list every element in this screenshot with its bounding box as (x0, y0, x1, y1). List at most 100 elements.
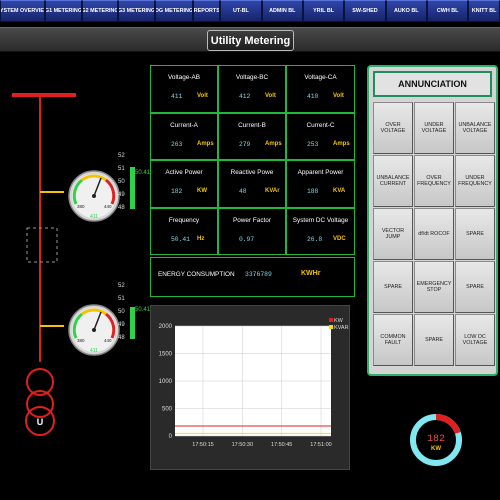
legend-swatch-kvar (329, 325, 333, 329)
title-bar: Utility Metering (0, 27, 500, 52)
alarm-emergency-stop-10[interactable]: EMERGENCY STOP (414, 261, 454, 313)
meter-cell-current-b: Current-B 279 Amps (218, 112, 286, 160)
meter-unit: Volt (265, 93, 276, 99)
meter-unit: Amps (265, 140, 282, 147)
meter-value: 412 (239, 93, 251, 100)
nav-tab-system-overview[interactable]: SYSTEM OVERVIEW (0, 0, 46, 22)
voltage-gauge-2: 380 440 411 (64, 300, 124, 356)
alarm-df-dt-rocof-7[interactable]: df/dt ROCOF (414, 208, 454, 260)
svg-text:411: 411 (90, 348, 98, 354)
meter-unit: KW (197, 188, 207, 194)
meter-cell-system-dc-voltage: System DC Voltage 26.8 VDC (286, 207, 355, 255)
meter-cell-reactive-powe: Reactive Powe 48 KVAr (218, 160, 286, 208)
gauge-1-dial: 380 440 411 (68, 170, 120, 222)
utility-source-label: U (37, 417, 44, 427)
legend-label-kvar: KVAR (334, 325, 349, 331)
alarm-spare-8[interactable]: SPARE (455, 208, 495, 260)
energy-consumption-panel: ENERGY CONSUMPTION 3376789 KWHr (150, 257, 355, 297)
meter-value: 253 (307, 140, 319, 148)
alarm-over-frequency-4[interactable]: OVER FREQUENCY (414, 155, 454, 207)
trend-chart-svg: 2000 1500 1000 500 0 17:50:15 17:50:30 17:50:45… (159, 318, 349, 448)
meter-value: 48 (239, 188, 247, 195)
meter-label: Voltage-BC (235, 74, 269, 81)
meter-cell-power-factor: Power Factor 0.97 (218, 207, 286, 255)
meter-label: Current-C (306, 121, 335, 129)
x-tick-label: 17:50:45 (271, 442, 292, 448)
top-nav: SYSTEM OVERVIEWG1 METERINGG2 METERINGG3 … (0, 0, 500, 22)
kw-donut-gauge: 182 KW (408, 392, 464, 488)
breaker-box (26, 227, 58, 263)
meter-value: 26.8 (307, 235, 323, 243)
alarm-under-frequency-5[interactable]: UNDER FREQUENCY (455, 155, 495, 207)
nav-tab-yril-bl[interactable]: YRIL BL (302, 0, 345, 22)
nav-tab-auko-bl[interactable]: AUKO BL (385, 0, 427, 22)
legend-label-kw: KW (334, 318, 344, 324)
svg-text:440: 440 (104, 204, 112, 209)
meter-unit: Volt (197, 93, 208, 99)
nav-tab-knitt-bl[interactable]: KNITT BL (468, 0, 500, 22)
meter-unit: KVA (333, 188, 346, 194)
busbar (12, 93, 76, 97)
single-line-diagram: U 380 440 411 52 51 50 49 48 50.41 380 4… (0, 60, 150, 500)
meter-unit: Amps (197, 140, 214, 147)
meter-cell-active-power: Active Power 182 KW (150, 160, 218, 208)
alarm-unbalance-current-3[interactable]: UNBALANCE CURRENT (373, 155, 413, 207)
x-tick-label: 17:50:30 (232, 442, 253, 448)
voltage-gauge-1: 380 440 411 (64, 166, 124, 222)
meter-label: Reactive Powe (230, 169, 274, 176)
meter-cell-voltage-bc: Voltage-BC 412 Volt (218, 65, 286, 113)
meter-value: 50.41 (171, 235, 190, 243)
annunciation-title: ANNUNCIATION (373, 71, 492, 97)
meter-cell-frequency: Frequency 50.41 Hz (150, 207, 218, 255)
svg-text:380: 380 (77, 204, 85, 209)
meter-label: Voltage-CA (304, 74, 337, 81)
y-tick-label: 500 (162, 407, 173, 413)
alarm-under-voltage-1[interactable]: UNDER VOLTAGE (414, 102, 454, 154)
legend-swatch-kw (329, 318, 333, 322)
gauge-2-dial: 380 440 411 (68, 304, 120, 356)
nav-tab-g1-metering[interactable]: G1 METERING (45, 0, 82, 22)
donut-fill (435, 414, 461, 435)
y-tick-label: 1500 (159, 352, 173, 358)
donut-unit: KW (431, 446, 441, 452)
meter-value: 182 (171, 188, 183, 195)
trend-chart: 2000 1500 1000 500 0 17:50:15 17:50:30 17:50:45… (150, 305, 350, 470)
nav-tab-ut-bl[interactable]: UT-BL (220, 0, 262, 22)
nav-tab-admin-bl[interactable]: ADMIN BL (261, 0, 303, 22)
alarm-common-fault-12[interactable]: COMMON FAULT (373, 314, 413, 366)
alarm-unbalance-voltage-2[interactable]: UNBALANCE VOLTAGE (455, 102, 495, 154)
meter-label: Power Factor (232, 216, 271, 224)
alarm-spare-13[interactable]: SPARE (414, 314, 454, 366)
meter-cell-voltage-ca: Voltage-CA 410 Volt (286, 65, 355, 113)
meter-value: 411 (171, 93, 183, 100)
alarm-vector-jump-6[interactable]: VECTOR JUMP (373, 208, 413, 260)
meter-label: Current-A (170, 121, 198, 129)
energy-consumption-label: ENERGY CONSUMPTION (158, 271, 235, 278)
nav-tab-reports[interactable]: REPORTS (193, 0, 221, 22)
meter-unit: KVAr (265, 188, 280, 194)
meter-value: 279 (239, 140, 251, 148)
energy-consumption-value: 3376789 (245, 271, 272, 278)
y-tick-label: 0 (169, 434, 173, 440)
meter-value: 0.97 (239, 235, 255, 243)
alarm-spare-9[interactable]: SPARE (373, 261, 413, 313)
alarm-grid: OVER VOLTAGE UNDER VOLTAGE UNBALANCE VOLTA… (373, 102, 495, 366)
energy-consumption-unit: KWHr (301, 270, 321, 277)
sld-drawing: U (12, 93, 76, 436)
alarm-low-dc-voltage-14[interactable]: LOW DC VOLTAGE (455, 314, 495, 366)
alarm-spare-11[interactable]: SPARE (455, 261, 495, 313)
nav-tab-g2-metering[interactable]: G2 METERING (81, 0, 119, 22)
svg-text:411: 411 (90, 214, 98, 220)
nav-tab-g3-metering[interactable]: G3 METERING (118, 0, 155, 22)
y-tick-label: 2000 (159, 324, 173, 330)
nav-tab-cwh-bl[interactable]: CWH BL (426, 0, 469, 22)
meter-value: 188 (307, 188, 319, 195)
nav-tab-sw-shed[interactable]: SW-SHED (344, 0, 386, 22)
meter-unit: Hz (197, 235, 205, 242)
nav-tab-dg-metering[interactable]: DG METERING (154, 0, 194, 22)
meter-label: System DC Voltage (292, 216, 349, 224)
alarm-over-voltage-0[interactable]: OVER VOLTAGE (373, 102, 413, 154)
meter-label: Current-B (238, 121, 266, 129)
annunciation-panel: ANNUNCIATION OVER VOLTAGE UNDER VOLTAGE UN… (367, 65, 498, 376)
meter-label: Active Power (165, 169, 203, 176)
